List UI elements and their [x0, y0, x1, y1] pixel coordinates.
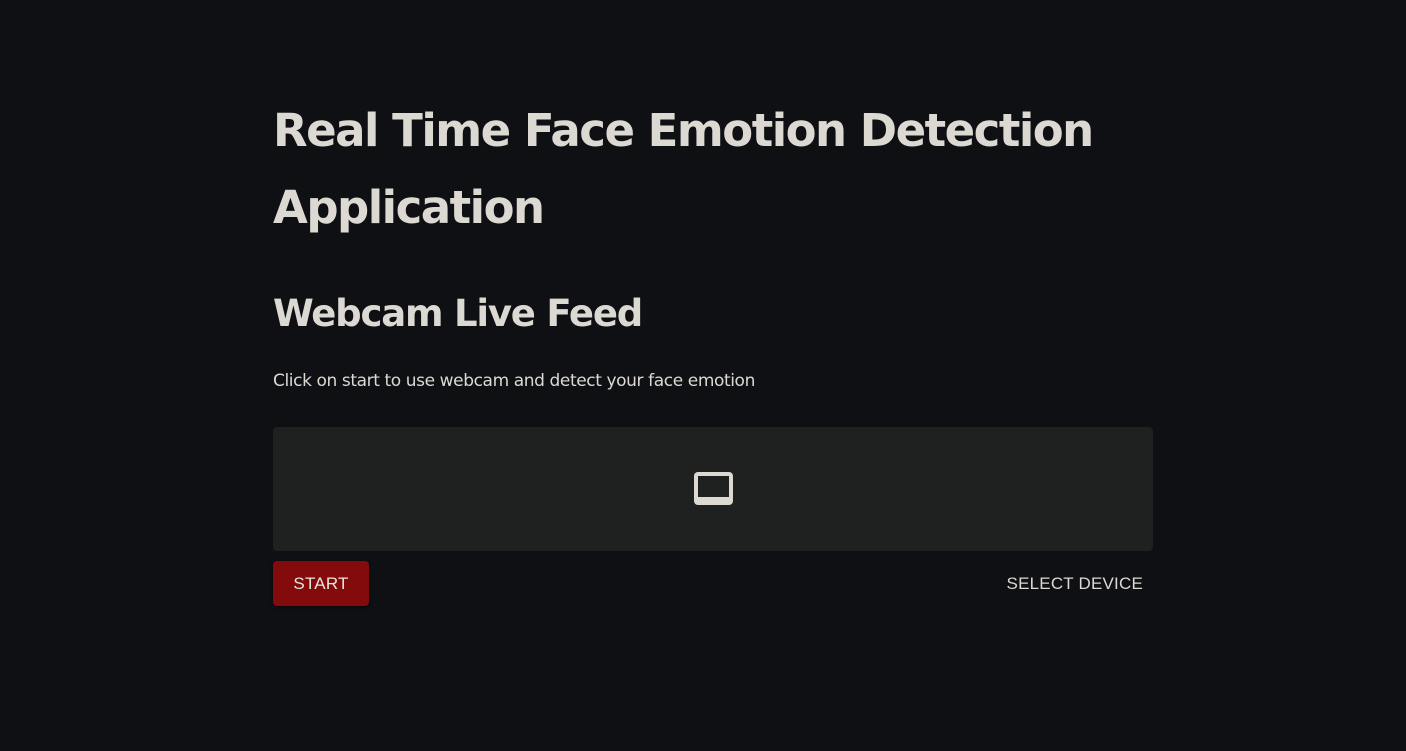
instruction-text: Click on start to use webcam and detect …	[273, 371, 755, 391]
webcam-video-placeholder	[273, 427, 1153, 551]
start-button[interactable]: START	[273, 561, 369, 606]
video-display-icon	[694, 472, 733, 505]
select-device-button[interactable]: SELECT DEVICE	[997, 561, 1153, 606]
page-title: Real Time Face Emotion Detection Applica…	[273, 104, 1094, 234]
section-heading: Webcam Live Feed	[273, 292, 643, 335]
